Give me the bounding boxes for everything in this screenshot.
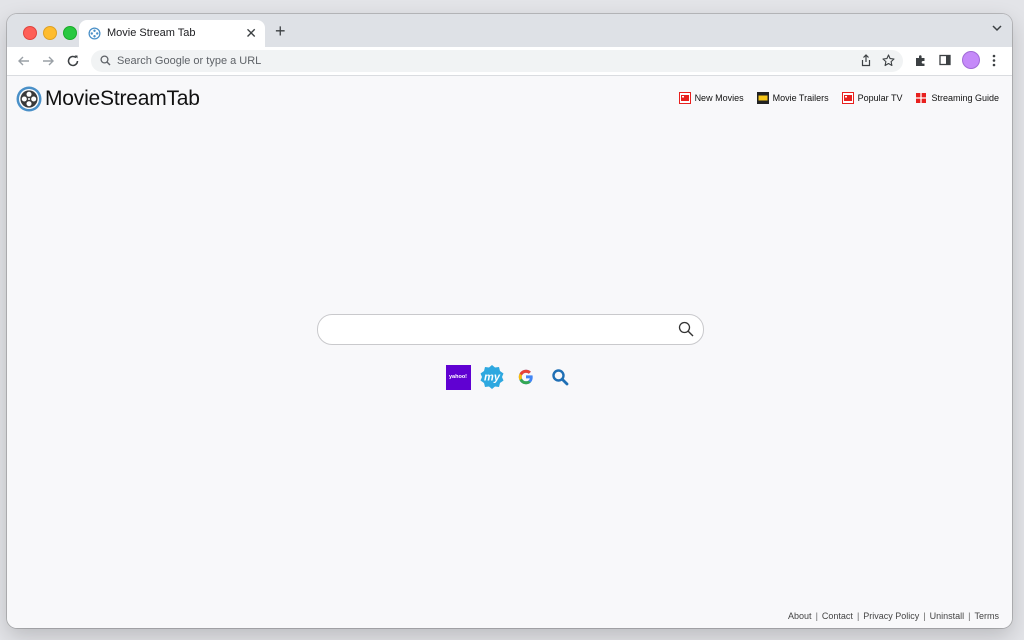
yahoo-icon: yahoo! (445, 364, 471, 390)
ask-engine-button[interactable] (547, 364, 573, 390)
footer-link-about[interactable]: About (788, 611, 812, 621)
link-popular-tv[interactable]: Popular TV (841, 92, 902, 104)
footer-links: About | Contact | Privacy Policy | Unins… (788, 611, 999, 621)
title-bar: Movie Stream Tab ✕ + (7, 14, 1012, 47)
browser-window: Movie Stream Tab ✕ + Search Google or ty… (7, 14, 1012, 628)
movie-reel-icon (88, 27, 101, 40)
footer-link-uninstall[interactable]: Uninstall (930, 611, 965, 621)
chevron-down-icon[interactable] (992, 24, 1002, 32)
reload-icon[interactable] (66, 54, 80, 68)
search-input[interactable] (332, 319, 671, 341)
browser-toolbar: Search Google or type a URL (7, 47, 1012, 76)
address-bar[interactable]: Search Google or type a URL (91, 50, 903, 72)
profile-avatar[interactable] (962, 51, 980, 69)
top-links: New Movies Movie Trailers Popular TV Str… (666, 92, 999, 104)
link-new-movies[interactable]: New Movies (678, 92, 744, 104)
streaming-guide-icon (916, 93, 927, 103)
new-movies-icon (678, 92, 691, 104)
close-window-button[interactable] (23, 26, 37, 40)
yahoo-engine-button[interactable]: yahoo! (445, 364, 471, 390)
google-engine-button[interactable] (513, 364, 539, 390)
side-panel-icon[interactable] (939, 54, 951, 66)
popular-tv-icon (841, 92, 854, 104)
myway-engine-button[interactable]: my (479, 364, 505, 390)
share-icon[interactable] (860, 54, 872, 67)
movie-reel-icon (16, 86, 42, 112)
link-movie-trailers[interactable]: Movie Trailers (756, 92, 829, 104)
google-icon (518, 369, 533, 385)
new-tab-button[interactable]: + (275, 21, 286, 41)
close-tab-icon[interactable]: ✕ (245, 25, 257, 41)
more-menu-icon[interactable] (992, 54, 996, 67)
tab-title: Movie Stream Tab (107, 27, 196, 39)
myway-icon: my (480, 365, 504, 389)
imdb-icon (756, 92, 769, 104)
svg-text:my: my (484, 372, 501, 384)
footer-link-terms[interactable]: Terms (975, 611, 1000, 621)
search-engine-selector: yahoo! my (445, 364, 581, 390)
footer-link-contact[interactable]: Contact (822, 611, 853, 621)
bookmark-star-icon[interactable] (882, 54, 895, 67)
logo-text: MovieStreamTab (45, 87, 200, 110)
footer-link-privacy-policy[interactable]: Privacy Policy (863, 611, 919, 621)
link-streaming-guide[interactable]: Streaming Guide (915, 92, 999, 104)
search-box (317, 314, 704, 345)
new-tab-page: MovieStreamTab New Movies Movie Trailers (7, 76, 1012, 628)
minimize-window-button[interactable] (43, 26, 57, 40)
tab-movie-stream-tab[interactable]: Movie Stream Tab ✕ (79, 20, 265, 47)
ask-search-icon (552, 369, 569, 386)
search-icon (100, 55, 111, 66)
forward-arrow-icon[interactable] (41, 54, 55, 68)
extensions-puzzle-icon[interactable] (914, 54, 927, 67)
site-logo[interactable]: MovieStreamTab (16, 85, 200, 113)
back-arrow-icon[interactable] (17, 54, 31, 68)
maximize-window-button[interactable] (63, 26, 77, 40)
search-button-icon[interactable] (678, 321, 694, 337)
address-bar-placeholder: Search Google or type a URL (117, 55, 262, 67)
